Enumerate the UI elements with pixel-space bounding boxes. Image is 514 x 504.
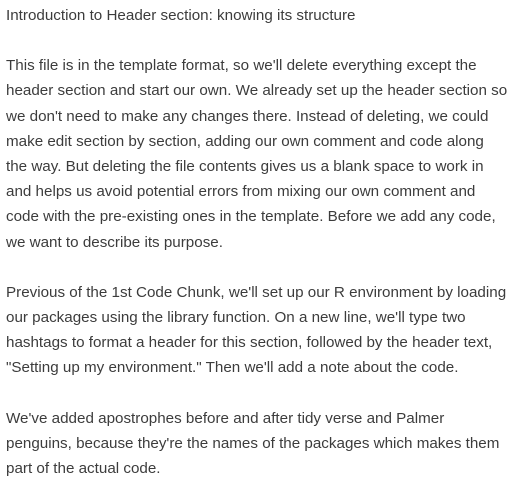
section-heading: Introduction to Header section: knowing … [6, 7, 356, 24]
paragraph-template-format: This file is in the template format, so … [6, 57, 508, 251]
paragraph-apostrophes: We've added apostrophes before and after… [6, 409, 500, 478]
paragraph-environment-setup: Previous of the 1st Code Chunk, we'll se… [6, 283, 507, 377]
document-body: Introduction to Header section: knowing … [0, 0, 514, 504]
